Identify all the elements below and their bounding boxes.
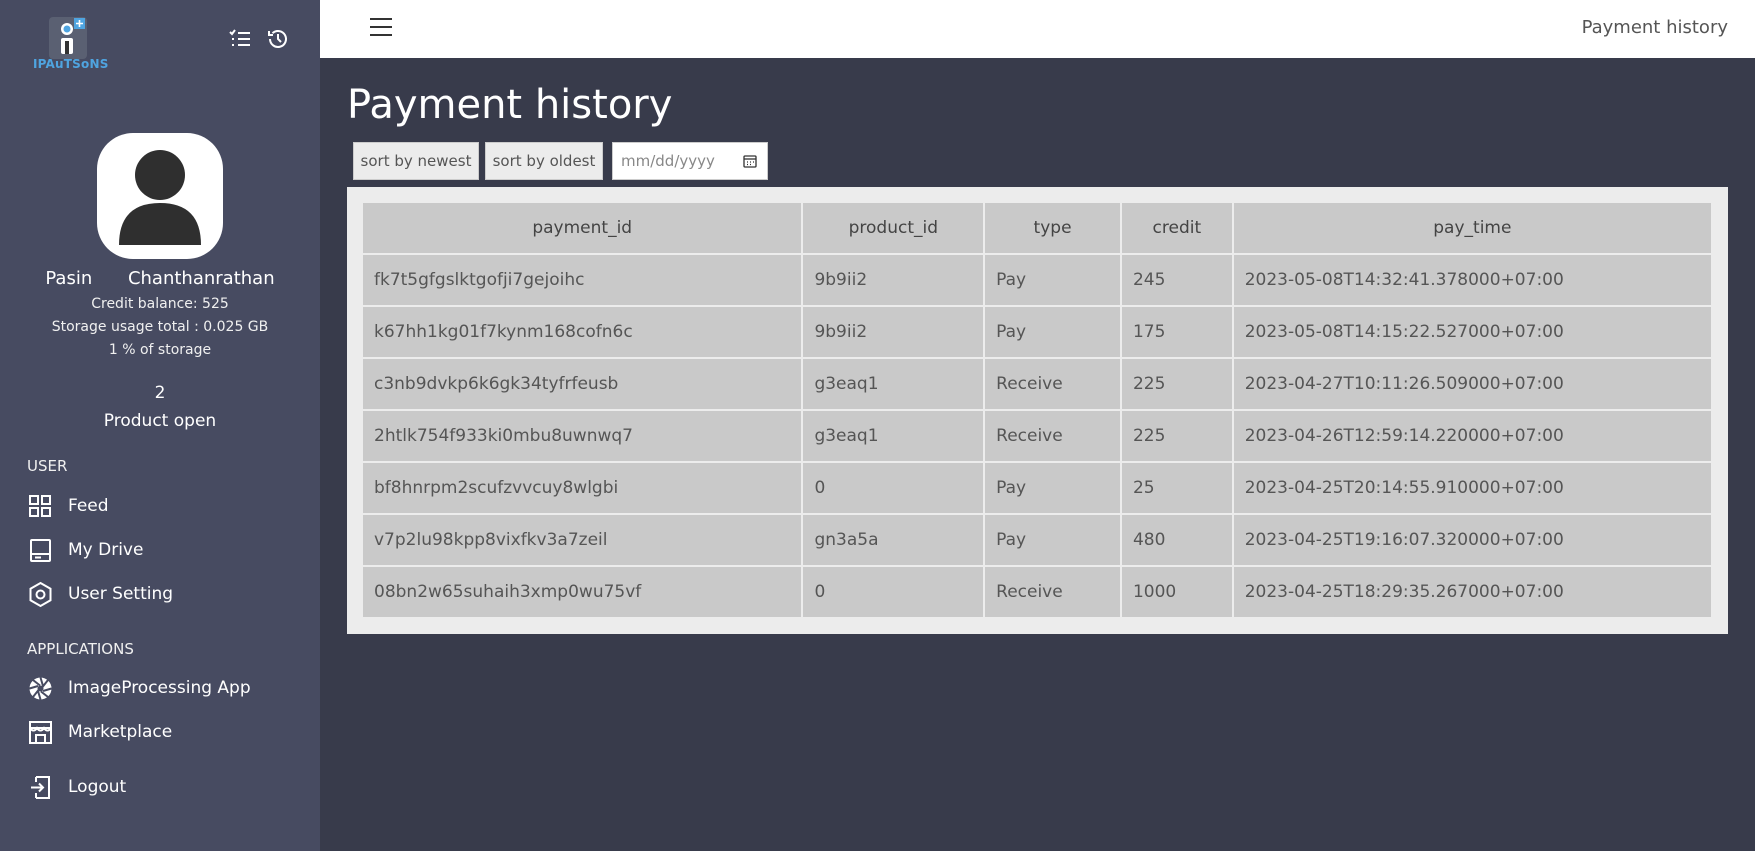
cell-pay-time: 2023-04-26T12:59:14.220000+07:00 bbox=[1231, 409, 1714, 463]
product-label: Product open bbox=[103, 411, 217, 431]
cell-payment-id: v7p2lu98kpp8vixfkv3a7zeil bbox=[360, 513, 804, 567]
logo-text: IPAuTSoNS bbox=[33, 57, 109, 71]
cell-pay-time: 2023-04-25T18:29:35.267000+07:00 bbox=[1231, 565, 1714, 619]
checklist-icon[interactable] bbox=[228, 27, 252, 51]
cell-type: Pay bbox=[983, 253, 1122, 307]
cell-product-id: 0 bbox=[801, 461, 986, 515]
history-icon[interactable] bbox=[266, 27, 290, 51]
cell-credit: 480 bbox=[1119, 513, 1234, 567]
settings-icon bbox=[27, 581, 54, 608]
topbar-title: Payment history bbox=[1581, 17, 1728, 38]
date-placeholder: mm/dd/yyyy bbox=[621, 152, 715, 170]
credit-balance: Credit balance: 525 bbox=[91, 296, 229, 312]
hamburger-icon bbox=[370, 18, 392, 20]
product-count: 2 bbox=[154, 383, 166, 403]
cell-credit: 225 bbox=[1119, 409, 1234, 463]
cell-pay-time: 2023-04-25T19:16:07.320000+07:00 bbox=[1231, 513, 1714, 567]
topbar: Payment history bbox=[320, 0, 1755, 58]
storage-usage: Storage usage total : 0.025 GB bbox=[51, 319, 269, 335]
payment-table: payment_id product_id type credit pay_ti… bbox=[360, 201, 1714, 619]
cell-product-id: 9b9ii2 bbox=[801, 253, 986, 307]
page-title: Payment history bbox=[347, 82, 673, 128]
sidebar-item-marketplace[interactable]: Marketplace bbox=[27, 717, 172, 747]
sort-oldest-button[interactable]: sort by oldest bbox=[485, 142, 603, 180]
sidebar-item-label: Feed bbox=[68, 496, 109, 516]
section-applications: APPLICATIONS bbox=[27, 640, 134, 658]
store-icon bbox=[27, 719, 54, 746]
cell-credit: 175 bbox=[1119, 305, 1234, 359]
table-row: 2htlk754f933ki0mbu8uwnwq7 g3eaq1 Receive… bbox=[360, 409, 1714, 463]
cell-credit: 225 bbox=[1119, 357, 1234, 411]
sidebar-item-label: Logout bbox=[68, 777, 127, 797]
table-row: c3nb9dvkp6k6gk34tyfrfeusb g3eaq1 Receive… bbox=[360, 357, 1714, 411]
cell-payment-id: 08bn2w65suhaih3xmp0wu75vf bbox=[360, 565, 804, 619]
cell-payment-id: c3nb9dvkp6k6gk34tyfrfeusb bbox=[360, 357, 804, 411]
sidebar-item-label: ImageProcessing App bbox=[68, 678, 251, 698]
cell-credit: 25 bbox=[1119, 461, 1234, 515]
logout-icon bbox=[27, 774, 54, 801]
grid-icon bbox=[27, 493, 54, 520]
cell-product-id: gn3a5a bbox=[801, 513, 986, 567]
cell-product-id: g3eaq1 bbox=[801, 409, 986, 463]
table-header-row: payment_id product_id type credit pay_ti… bbox=[360, 201, 1714, 255]
app-logo[interactable]: IPAuTSoNS bbox=[33, 17, 109, 73]
cell-payment-id: k67hh1kg01f7kynm168cofn6c bbox=[360, 305, 804, 359]
cell-type: Receive bbox=[983, 565, 1122, 619]
logo-icon bbox=[49, 17, 87, 59]
table-row: v7p2lu98kpp8vixfkv3a7zeil gn3a5a Pay 480… bbox=[360, 513, 1714, 567]
cell-pay-time: 2023-04-27T10:11:26.509000+07:00 bbox=[1231, 357, 1714, 411]
sidebar-item-user-setting[interactable]: User Setting bbox=[27, 579, 173, 609]
sidebar: IPAuTSoNS Pasin Chanthanrathan Credit ba… bbox=[0, 0, 320, 851]
sort-newest-button[interactable]: sort by newest bbox=[353, 142, 479, 180]
calendar-icon[interactable] bbox=[743, 154, 757, 168]
column-header-pay-time: pay_time bbox=[1231, 201, 1714, 255]
payment-table-container: payment_id product_id type credit pay_ti… bbox=[347, 187, 1728, 634]
cell-product-id: g3eaq1 bbox=[801, 357, 986, 411]
column-header-payment-id: payment_id bbox=[360, 201, 804, 255]
cell-payment-id: bf8hnrpm2scufzvvcuy8wlgbi bbox=[360, 461, 804, 515]
cell-pay-time: 2023-04-25T20:14:55.910000+07:00 bbox=[1231, 461, 1714, 515]
user-name: Pasin Chanthanrathan bbox=[45, 268, 275, 289]
logout-button[interactable]: Logout bbox=[27, 772, 126, 802]
drive-icon bbox=[27, 537, 54, 564]
menu-toggle-button[interactable] bbox=[370, 18, 392, 38]
cell-payment-id: fk7t5gfgslktgofji7gejoihc bbox=[360, 253, 804, 307]
cell-credit: 1000 bbox=[1119, 565, 1234, 619]
cell-type: Pay bbox=[983, 461, 1122, 515]
column-header-credit: credit bbox=[1119, 201, 1234, 255]
date-filter-input[interactable]: mm/dd/yyyy bbox=[612, 142, 768, 180]
cell-pay-time: 2023-05-08T14:32:41.378000+07:00 bbox=[1231, 253, 1714, 307]
table-row: bf8hnrpm2scufzvvcuy8wlgbi 0 Pay 25 2023-… bbox=[360, 461, 1714, 515]
avatar bbox=[97, 133, 223, 259]
aperture-icon bbox=[27, 675, 54, 702]
table-row: fk7t5gfgslktgofji7gejoihc 9b9ii2 Pay 245… bbox=[360, 253, 1714, 307]
section-user: USER bbox=[27, 457, 68, 475]
sidebar-item-label: User Setting bbox=[68, 584, 174, 604]
sidebar-item-image-processing[interactable]: ImageProcessing App bbox=[27, 673, 251, 703]
storage-percent: 1 % of storage bbox=[108, 342, 212, 358]
sidebar-item-label: My Drive bbox=[68, 540, 144, 560]
cell-product-id: 9b9ii2 bbox=[801, 305, 986, 359]
cell-type: Receive bbox=[983, 409, 1122, 463]
cell-credit: 245 bbox=[1119, 253, 1234, 307]
table-row: 08bn2w65suhaih3xmp0wu75vf 0 Receive 1000… bbox=[360, 565, 1714, 619]
cell-product-id: 0 bbox=[801, 565, 986, 619]
cell-type: Pay bbox=[983, 513, 1122, 567]
sidebar-item-label: Marketplace bbox=[68, 722, 173, 742]
cell-payment-id: 2htlk754f933ki0mbu8uwnwq7 bbox=[360, 409, 804, 463]
cell-type: Receive bbox=[983, 357, 1122, 411]
cell-pay-time: 2023-05-08T14:15:22.527000+07:00 bbox=[1231, 305, 1714, 359]
column-header-type: type bbox=[983, 201, 1122, 255]
table-row: k67hh1kg01f7kynm168cofn6c 9b9ii2 Pay 175… bbox=[360, 305, 1714, 359]
cell-type: Pay bbox=[983, 305, 1122, 359]
sidebar-item-my-drive[interactable]: My Drive bbox=[27, 535, 143, 565]
column-header-product-id: product_id bbox=[801, 201, 986, 255]
sidebar-item-feed[interactable]: Feed bbox=[27, 491, 109, 521]
